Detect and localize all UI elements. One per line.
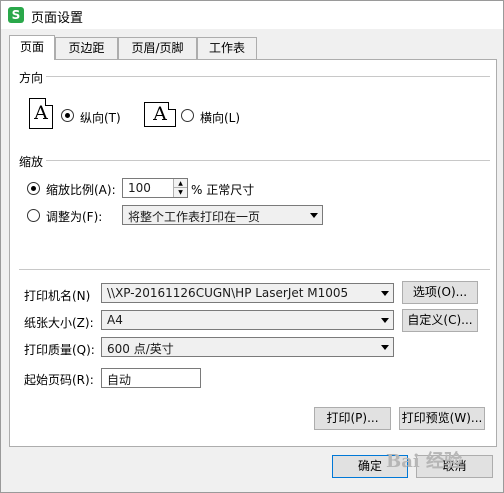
tab-page[interactable]: 页面 — [9, 35, 55, 60]
printer-divider — [19, 269, 490, 270]
fit-to-select[interactable]: 将整个工作表打印在一页 — [122, 205, 323, 225]
tab-margins[interactable]: 页边距 — [55, 37, 118, 59]
custom-paper-button[interactable]: 自定义(C)... — [402, 309, 478, 332]
adjust-to-label[interactable]: 缩放比例(A): — [46, 181, 116, 198]
portrait-label[interactable]: 纵向(T) — [80, 109, 121, 126]
print-button[interactable]: 打印(P)... — [314, 407, 391, 430]
printer-options-button[interactable]: 选项(O)... — [402, 281, 478, 304]
print-quality-select[interactable]: 600 点/英寸 — [101, 337, 394, 357]
page-fold-icon — [45, 98, 53, 106]
scaling-group-label: 缩放 — [19, 155, 44, 169]
chevron-down-icon — [381, 318, 389, 323]
print-quality-selected-value: 600 点/英寸 — [107, 342, 174, 356]
portrait-radio[interactable] — [61, 109, 74, 122]
spin-down-icon[interactable]: ▼ — [174, 188, 187, 197]
page-fold-icon — [168, 102, 176, 110]
dialog-title: 页面设置 — [31, 11, 84, 26]
landscape-page-icon: A — [144, 102, 176, 127]
landscape-glyph: A — [153, 103, 167, 125]
landscape-label[interactable]: 横向(L) — [200, 109, 240, 126]
paper-size-selected-value: A4 — [107, 313, 123, 327]
printer-select[interactable]: \\XP-20161126CUGN\HP LaserJet M1005 — [101, 283, 394, 303]
fit-to-radio[interactable] — [27, 209, 40, 222]
chevron-down-icon — [381, 291, 389, 296]
paper-size-label: 纸张大小(Z): — [24, 316, 94, 330]
print-preview-button[interactable]: 打印预览(W)... — [399, 407, 485, 430]
first-page-number-value: 自动 — [107, 373, 132, 387]
title-bar[interactable]: S 页面设置 — [1, 1, 503, 29]
fit-to-label[interactable]: 调整为(F): — [46, 208, 102, 225]
page-setup-dialog: S 页面设置 页面 页边距 页眉/页脚 工作表 方向 A 纵向(T) A 横向(… — [0, 0, 504, 493]
printer-name-label: 打印机名(N) — [24, 289, 91, 303]
wps-app-icon: S — [8, 7, 24, 23]
scaling-divider — [46, 160, 490, 161]
spin-buttons: ▲ ▼ — [173, 179, 187, 197]
fit-to-selected-value: 将整个工作表打印在一页 — [128, 210, 261, 224]
printer-selected-value: \\XP-20161126CUGN\HP LaserJet M1005 — [107, 286, 349, 300]
baidu-watermark: Bai 经验 — [386, 451, 462, 472]
adjust-to-radio[interactable] — [27, 182, 40, 195]
tab-header-footer[interactable]: 页眉/页脚 — [118, 37, 197, 59]
first-page-number-label: 起始页码(R): — [24, 373, 94, 387]
scale-percent-stepper[interactable]: 100 ▲ ▼ — [122, 178, 188, 198]
chevron-down-icon — [381, 345, 389, 350]
percent-normal-size-label: % 正常尺寸 — [191, 183, 255, 197]
landscape-radio[interactable] — [181, 109, 194, 122]
scale-percent-value: 100 — [128, 181, 151, 195]
chevron-down-icon — [310, 213, 318, 218]
first-page-number-input[interactable]: 自动 — [101, 368, 201, 388]
tab-sheet[interactable]: 工作表 — [197, 37, 257, 59]
paper-size-select[interactable]: A4 — [101, 310, 394, 330]
portrait-page-icon: A — [29, 98, 53, 129]
orientation-group-label: 方向 — [19, 71, 44, 85]
orientation-divider — [46, 76, 490, 77]
spin-up-icon[interactable]: ▲ — [174, 179, 187, 188]
print-quality-label: 打印质量(Q): — [24, 343, 95, 357]
tab-panel-page: 方向 A 纵向(T) A 横向(L) 缩放 缩放比例(A): 100 ▲ ▼ %… — [9, 59, 497, 447]
